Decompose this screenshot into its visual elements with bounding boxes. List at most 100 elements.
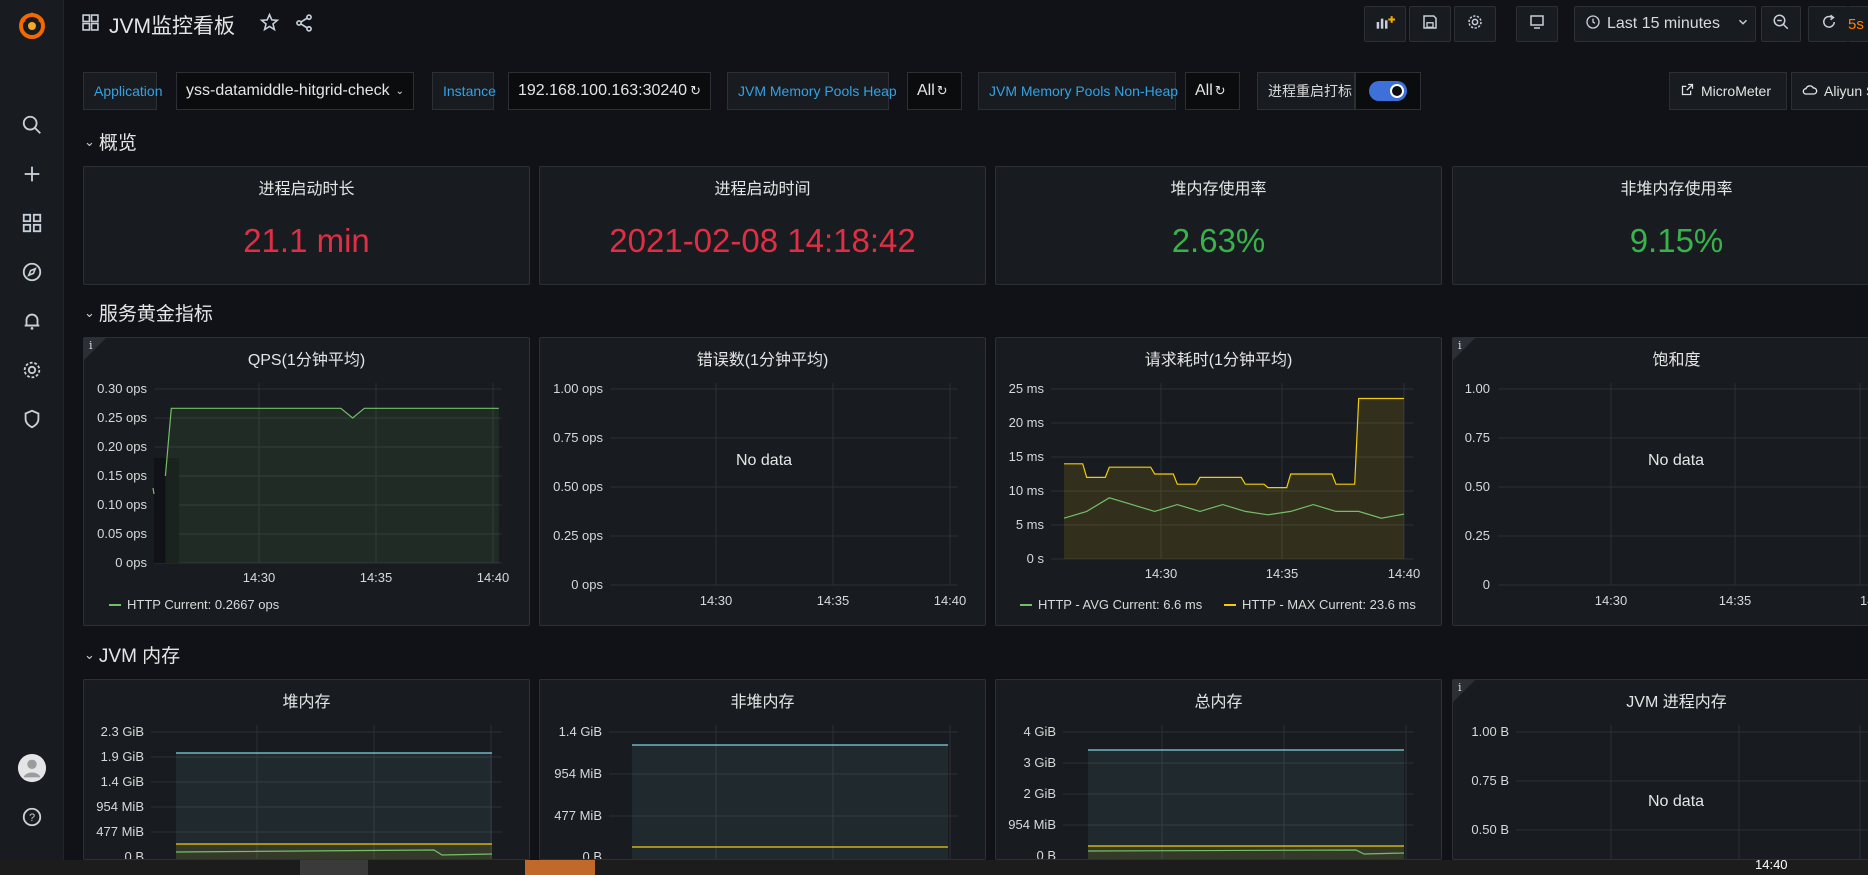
variable-value-application: yss-datamiddle-hitgrid-check xyxy=(186,82,390,99)
explore-compass-icon[interactable] xyxy=(16,256,48,288)
restart-annotation-toggle[interactable] xyxy=(1355,72,1421,110)
y-tick: 0.25 xyxy=(1465,528,1490,543)
save-dashboard-button[interactable] xyxy=(1409,6,1451,42)
refresh-button[interactable] xyxy=(1808,6,1848,42)
graph-panel-latency: 请求耗时(1分钟平均) 25 ms 20 ms 15 ms 10 ms 5 ms… xyxy=(995,337,1442,626)
panel-title[interactable]: 非堆内存使用率 xyxy=(1453,175,1868,199)
grafana-logo-icon[interactable] xyxy=(16,9,48,41)
taskbar-app-active[interactable] xyxy=(525,860,595,875)
variable-value-heap-pools: All xyxy=(917,82,935,99)
legend-swatch xyxy=(1020,603,1032,606)
y-tick: 25 ms xyxy=(1009,381,1045,396)
variable-select-nonheap-pools[interactable]: All ↻ xyxy=(1185,72,1240,110)
micrometer-link[interactable]: MicroMeter xyxy=(1669,72,1787,110)
x-ticks-qps: 14:30 14:35 14:40 xyxy=(243,570,510,585)
y-tick: 0 ops xyxy=(115,555,147,570)
user-avatar[interactable] xyxy=(16,752,48,784)
chevron-down-icon xyxy=(1736,15,1750,34)
star-icon[interactable] xyxy=(259,12,280,38)
graph-panel-total: 总内存 4 GiB 3 GiB 2 GiB 954 MiB 0 B xyxy=(995,679,1442,860)
legend-latency-avg[interactable]: HTTP - AVG Current: 6.6 ms xyxy=(1020,597,1202,612)
save-icon xyxy=(1421,13,1439,36)
row-jvm-memory[interactable]: ⌄ JVM 内存 xyxy=(84,641,180,668)
row-overview[interactable]: ⌄ 概览 xyxy=(84,128,137,155)
chart-latency: 25 ms 20 ms 15 ms 10 ms 5 ms 0 s 14:30 1… xyxy=(1009,381,1421,581)
variable-select-application[interactable]: yss-datamiddle-hitgrid-check ⌄ xyxy=(176,72,414,110)
y-tick: 1.00 xyxy=(1465,381,1490,396)
x-ticks-latency: 14:30 14:35 14:40 xyxy=(1145,566,1421,581)
row-golden-signals[interactable]: ⌄ 服务黄金指标 xyxy=(84,299,213,326)
taskbar-clock: 14:40 xyxy=(1755,857,1788,872)
refresh-small-icon: ↻ xyxy=(936,83,948,98)
graph-panel-saturation: i 饱和度 1.00 0.75 0.50 0.25 0 14:30 14:35 … xyxy=(1452,337,1868,626)
legend-swatch xyxy=(1224,603,1236,606)
y-ticks-nonheap: 1.4 GiB 954 MiB 477 MiB 0 B xyxy=(554,724,602,859)
y-tick: 1.4 GiB xyxy=(559,724,602,739)
taskbar-app[interactable] xyxy=(300,860,368,875)
legend-qps[interactable]: HTTP Current: 0.2667 ops xyxy=(109,597,279,612)
tv-mode-button[interactable] xyxy=(1516,6,1558,42)
x-ticks-saturation: 14:30 14:35 14:4 xyxy=(1595,593,1868,608)
time-range-picker[interactable]: Last 15 minutes xyxy=(1574,6,1756,42)
x-tick: 14:35 xyxy=(1719,593,1752,608)
y-ticks-qps: 0.30 ops 0.25 ops 0.20 ops 0.15 ops 0.10… xyxy=(97,381,147,570)
panel-title[interactable]: 进程启动时长 xyxy=(84,175,529,199)
series-fragment-http xyxy=(152,487,155,495)
chevron-down-icon: ⌄ xyxy=(84,646,95,662)
help-icon[interactable]: ? xyxy=(16,801,48,833)
y-tick: 3 GiB xyxy=(1023,755,1056,770)
alerting-bell-icon[interactable] xyxy=(16,305,48,337)
dashboard-title[interactable]: JVM监控看板 xyxy=(109,10,235,40)
stat-panel-uptime: 进程启动时长 21.1 min xyxy=(83,166,530,285)
y-tick: 15 ms xyxy=(1009,449,1045,464)
legend-label: HTTP Current: 0.2667 ops xyxy=(127,597,280,612)
stat-panel-nonheap-usage: 非堆内存使用率 9.15% xyxy=(1452,166,1868,285)
share-icon[interactable] xyxy=(294,13,314,38)
graph-panel-process-memory: i JVM 进程内存 1.00 B 0.75 B 0.50 B No data xyxy=(1452,679,1868,860)
clock-icon xyxy=(1585,14,1601,35)
grafana-app: ? JVM监控看板 Last 15 minutes 5s Application… xyxy=(0,0,1868,875)
aliyun-link[interactable]: Aliyun S xyxy=(1791,72,1868,110)
y-tick: 954 MiB xyxy=(96,799,144,814)
server-admin-shield-icon[interactable] xyxy=(16,403,48,435)
panel-title[interactable]: 堆内存使用率 xyxy=(996,175,1441,199)
stat-value: 21.1 min xyxy=(243,222,370,259)
panel-title[interactable]: 进程启动时间 xyxy=(540,175,985,199)
refresh-icon xyxy=(1820,13,1838,36)
x-tick: 14:35 xyxy=(1266,566,1299,581)
legend-latency-max[interactable]: HTTP - MAX Current: 23.6 ms xyxy=(1224,597,1416,612)
create-plus-icon[interactable] xyxy=(16,158,48,190)
stat-value: 9.15% xyxy=(1629,222,1724,259)
search-icon[interactable] xyxy=(16,109,48,141)
configuration-gear-icon[interactable] xyxy=(16,354,48,386)
chevron-down-icon: ⌄ xyxy=(395,85,405,97)
refresh-interval-picker[interactable]: 5s xyxy=(1848,6,1868,42)
x-tick: 14:30 xyxy=(1145,566,1178,581)
variable-select-instance[interactable]: 192.168.100.163:30240 ↻ xyxy=(508,72,711,110)
y-tick: 0.50 B xyxy=(1471,822,1509,837)
zoom-out-icon xyxy=(1772,13,1790,36)
svg-text:?: ? xyxy=(29,812,35,824)
no-data-label: No data xyxy=(736,452,793,469)
y-tick: 0.20 ops xyxy=(97,439,147,454)
no-data-label: No data xyxy=(1648,793,1705,810)
y-tick: 0.25 ops xyxy=(97,410,147,425)
dashboards-grid-icon[interactable] xyxy=(16,207,48,239)
y-tick: 0 B xyxy=(1036,848,1056,860)
zoom-out-button[interactable] xyxy=(1761,6,1801,42)
stat-value: 2021-02-08 14:18:42 xyxy=(609,222,916,259)
sidebar: ? xyxy=(0,0,64,860)
toggle-track xyxy=(1369,81,1407,101)
y-tick: 1.00 ops xyxy=(553,381,603,396)
dashboard-settings-button[interactable] xyxy=(1454,6,1496,42)
x-ticks-errors: 14:30 14:35 14:40 xyxy=(700,593,967,608)
y-tick: 4 GiB xyxy=(1023,724,1056,739)
add-panel-button[interactable] xyxy=(1364,6,1406,42)
row-title-jvm-memory: JVM 内存 xyxy=(98,646,181,667)
row-title-golden: 服务黄金指标 xyxy=(98,304,213,325)
y-tick: 0.75 xyxy=(1465,430,1490,445)
variables-bar: Application yss-datamiddle-hitgrid-check… xyxy=(64,72,1868,112)
x-tick: 14:30 xyxy=(243,570,276,585)
variable-select-heap-pools[interactable]: All ↻ xyxy=(907,72,962,110)
x-tick: 14:30 xyxy=(700,593,733,608)
